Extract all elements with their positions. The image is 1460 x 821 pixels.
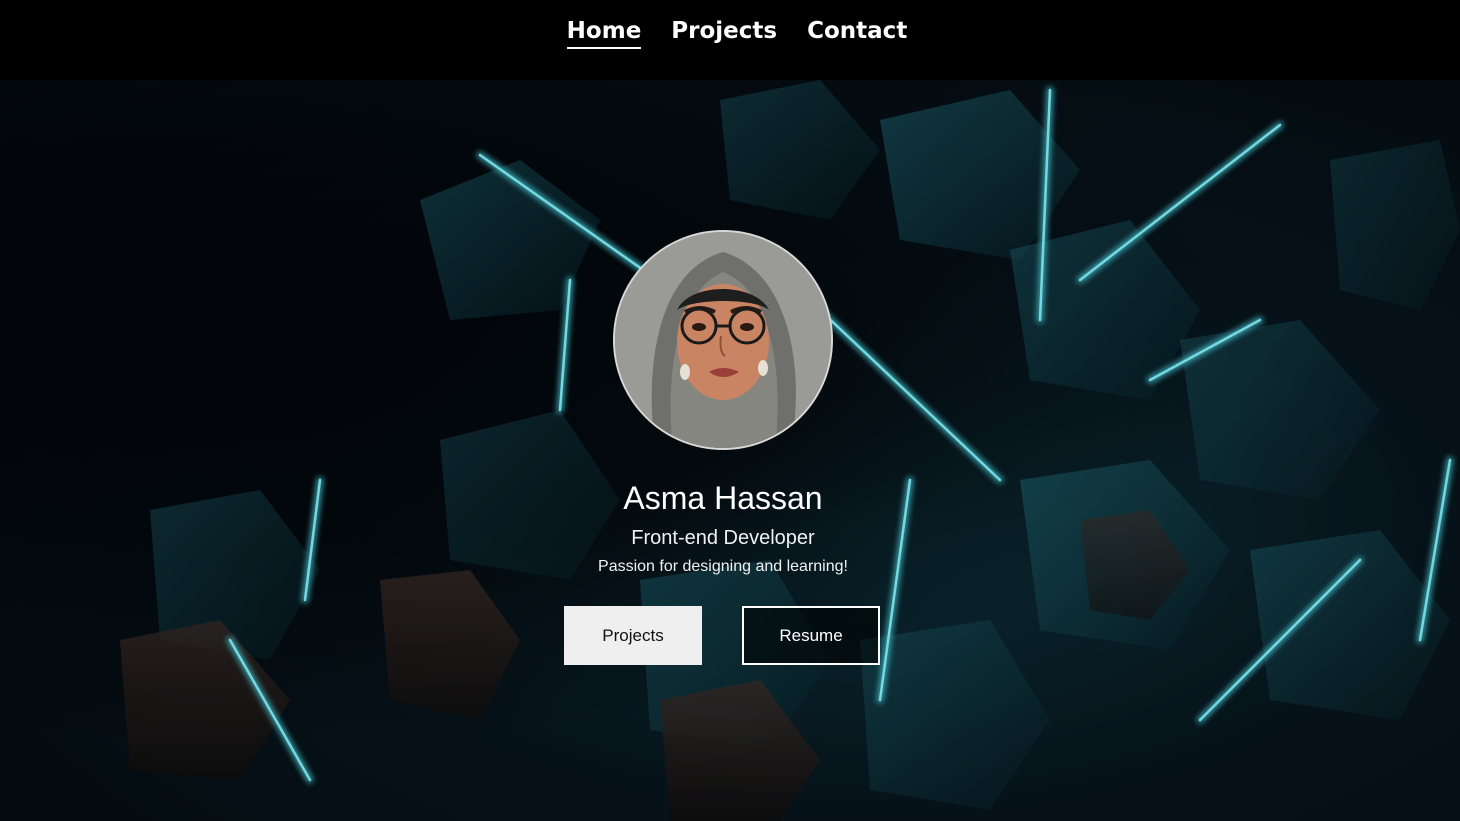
nav-links: Home Projects Contact [566,0,907,49]
profile-tagline: Passion for designing and learning! [598,558,848,575]
profile-role: Front-end Developer [631,527,815,549]
avatar [613,230,833,450]
hero-background-image [120,80,1460,821]
nav-link-contact[interactable]: Contact [807,17,907,49]
avatar-portrait-illustration [615,232,831,448]
nav-link-home[interactable]: Home [566,17,642,49]
top-navbar: Home Projects Contact [0,0,1460,80]
hero-section: Asma Hassan Front-end Developer Passion … [0,80,1460,821]
projects-button[interactable]: Projects [564,606,702,665]
nav-link-projects[interactable]: Projects [671,17,777,49]
profile-name: Asma Hassan [623,480,823,516]
resume-button[interactable]: Resume [742,606,880,665]
